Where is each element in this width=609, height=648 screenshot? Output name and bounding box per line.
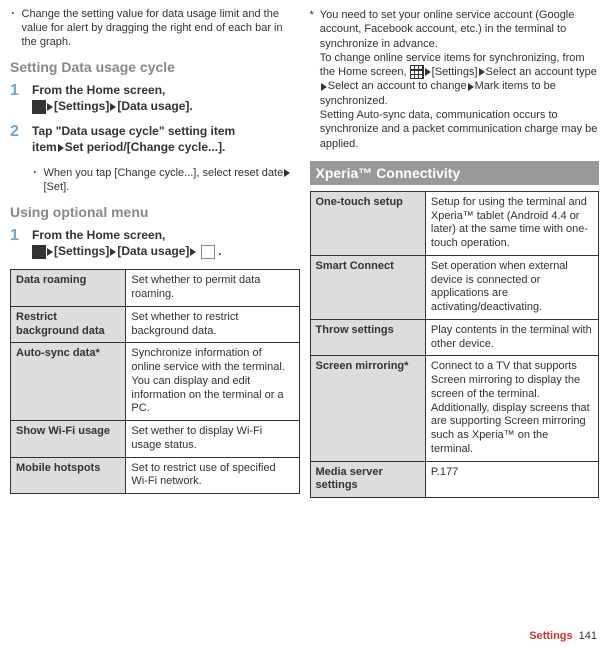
arrow-icon	[110, 248, 116, 256]
option-label: Data roaming	[11, 270, 126, 307]
option-desc: Set whether to permit data roaming.	[126, 270, 299, 307]
options-table-left: Data roamingSet whether to permit data r…	[10, 269, 300, 494]
table-row: Show Wi-Fi usageSet wether to display Wi…	[11, 421, 300, 458]
table-row: Mobile hotspotsSet to restrict use of sp…	[11, 457, 300, 494]
arrow-icon	[47, 248, 53, 256]
arrow-icon	[468, 83, 474, 91]
option-desc: Set whether to restrict background data.	[126, 306, 299, 343]
step-text: Set period/[Change cycle...].	[65, 140, 226, 154]
option-desc: Set to restrict use of specified Wi-Fi n…	[126, 457, 299, 494]
left-column: ･ Change the setting value for data usag…	[10, 8, 300, 506]
page-number: 141	[579, 630, 597, 642]
step-text: From the Home screen,	[32, 83, 165, 97]
substep-text: When you tap [Change cycle...], select r…	[44, 166, 300, 195]
step-body: From the Home screen, [Settings] [Data us…	[32, 228, 300, 259]
footer-section-label: Settings	[529, 630, 572, 642]
arrow-icon	[47, 103, 53, 111]
step-2: 2 Tap "Data usage cycle" setting item it…	[10, 124, 300, 155]
bullet-mark: ･	[32, 166, 38, 195]
step-text: [Settings]	[54, 99, 109, 113]
apps-grid-icon	[32, 100, 46, 114]
option-desc: Connect to a TV that supports Screen mir…	[425, 356, 598, 461]
step-text: item	[32, 140, 57, 154]
arrow-icon	[479, 68, 485, 76]
step-number: 2	[10, 124, 24, 155]
substep-pre: When you tap [Change cycle...], select r…	[44, 167, 284, 179]
bullet-text: Change the setting value for data usage …	[22, 8, 300, 49]
apps-grid-icon	[32, 245, 46, 259]
arrow-icon	[321, 83, 327, 91]
note-p2-b: Select an account type	[486, 66, 597, 78]
option-label: Media server settings	[310, 461, 425, 498]
option-desc: Set operation when external device is co…	[425, 255, 598, 319]
option-desc: P.177	[425, 461, 598, 498]
arrow-icon	[425, 68, 431, 76]
option-label: Show Wi-Fi usage	[11, 421, 126, 458]
note-p2-a: [Settings]	[432, 66, 478, 78]
step-text: [Data usage]	[117, 244, 189, 258]
note-p1: You need to set your online service acco…	[320, 9, 575, 50]
arrow-icon	[58, 144, 64, 152]
note-p3: Setting Auto-sync data, communication oc…	[320, 109, 598, 150]
step-3: 1 From the Home screen, [Settings] [Data …	[10, 228, 300, 259]
table-row: Screen mirroring*Connect to a TV that su…	[310, 356, 599, 461]
section-heading: Setting Data usage cycle	[10, 59, 300, 75]
table-row: One-touch setupSetup for using the termi…	[310, 191, 599, 255]
arrow-icon	[110, 103, 116, 111]
step-number: 1	[10, 83, 24, 114]
substep: ･ When you tap [Change cycle...], select…	[32, 166, 300, 195]
step-body: From the Home screen, [Settings] [Data us…	[32, 83, 300, 114]
substep-post: [Set].	[44, 181, 70, 193]
option-desc: Setup for using the terminal and Xperia™…	[425, 191, 598, 255]
step-1: 1 From the Home screen, [Settings] [Data …	[10, 83, 300, 114]
bullet-item: ･ Change the setting value for data usag…	[10, 8, 300, 49]
option-label: Mobile hotspots	[11, 457, 126, 494]
options-table-right: One-touch setupSetup for using the termi…	[310, 191, 600, 498]
apps-grid-icon	[410, 65, 424, 79]
footnote-text: You need to set your online service acco…	[320, 8, 599, 151]
option-label: Restrict background data	[11, 306, 126, 343]
step-body: Tap "Data usage cycle" setting item item…	[32, 124, 300, 155]
table-row: Data roamingSet whether to permit data r…	[11, 270, 300, 307]
page-footer: Settings 141	[529, 630, 597, 642]
step-text: .	[218, 244, 221, 258]
option-label: Auto-sync data*	[11, 343, 126, 421]
step-text: Tap "Data usage cycle" setting item	[32, 124, 235, 138]
step-text: [Settings]	[54, 244, 109, 258]
table-row: Throw settingsPlay contents in the termi…	[310, 319, 599, 356]
option-label: Throw settings	[310, 319, 425, 356]
arrow-icon	[190, 248, 196, 256]
option-label: One-touch setup	[310, 191, 425, 255]
table-row: Media server settingsP.177	[310, 461, 599, 498]
footnote: * You need to set your online service ac…	[310, 8, 600, 151]
option-label: Smart Connect	[310, 255, 425, 319]
section-banner: Xperia™ Connectivity	[310, 161, 600, 185]
section-heading: Using optional menu	[10, 204, 300, 220]
table-row: Auto-sync data*Synchronize information o…	[11, 343, 300, 421]
option-desc: Set wether to display Wi-Fi usage status…	[126, 421, 299, 458]
overflow-menu-icon	[201, 245, 215, 259]
footnote-mark: *	[310, 8, 314, 151]
note-p2-c: Select an account to change	[328, 80, 467, 92]
arrow-icon	[284, 169, 290, 177]
table-row: Restrict background dataSet whether to r…	[11, 306, 300, 343]
option-label: Screen mirroring*	[310, 356, 425, 461]
right-column: * You need to set your online service ac…	[310, 8, 600, 506]
option-desc: Synchronize information of online servic…	[126, 343, 299, 421]
note-p2: To change online service items for synch…	[320, 52, 597, 107]
step-text: From the Home screen,	[32, 228, 165, 242]
table-row: Smart ConnectSet operation when external…	[310, 255, 599, 319]
bullet-mark: ･	[10, 8, 16, 49]
option-desc: Play contents in the terminal with other…	[425, 319, 598, 356]
step-number: 1	[10, 228, 24, 259]
step-text: [Data usage].	[117, 99, 192, 113]
